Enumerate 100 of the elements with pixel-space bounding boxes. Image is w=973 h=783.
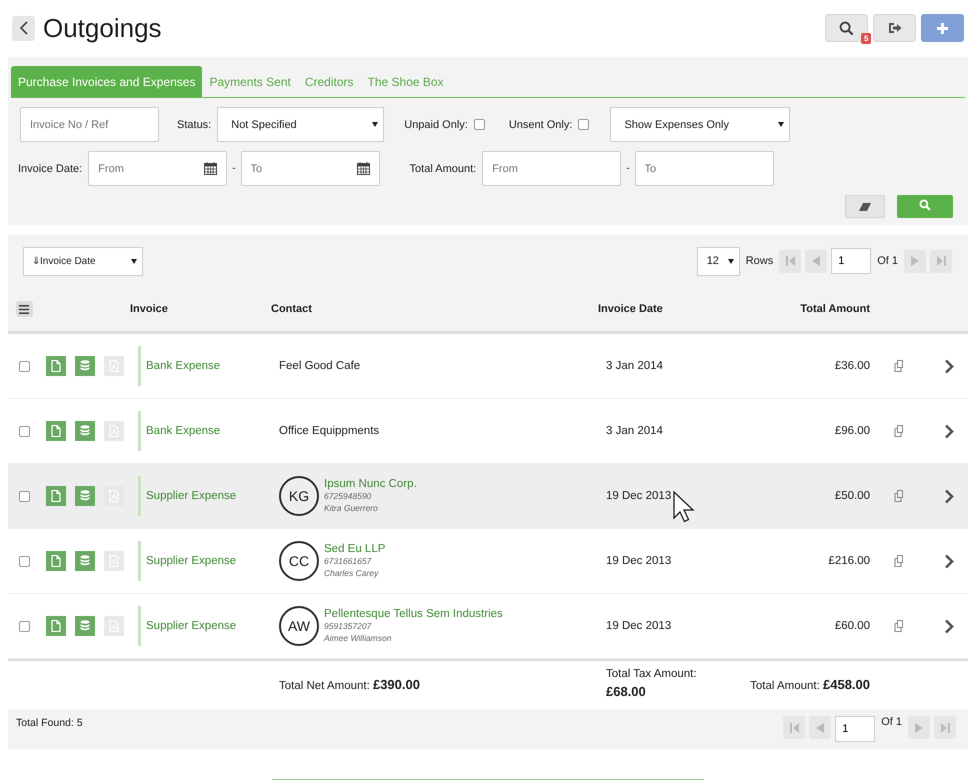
invoice-ref-field[interactable]: Invoice No / Ref (20, 107, 159, 142)
chevron-right-icon[interactable] (944, 424, 954, 438)
add-button[interactable] (921, 14, 964, 42)
calendar-icon[interactable] (356, 162, 370, 175)
sign-out-button[interactable] (873, 14, 916, 42)
column-header: Invoice (130, 303, 169, 315)
document-icon[interactable] (46, 356, 66, 376)
tab[interactable]: The Shoe Box (360, 66, 451, 97)
sign-out-icon (888, 22, 902, 34)
clear-button[interactable] (845, 195, 885, 218)
amount-to-field[interactable]: To (634, 151, 774, 186)
amount: £216.00 (827, 555, 870, 567)
row-checkbox[interactable] (18, 426, 30, 436)
first-page-button[interactable] (779, 250, 802, 272)
copy-icon[interactable] (894, 620, 906, 632)
contact-phone: 9591357207 (324, 620, 372, 632)
copy-icon[interactable] (894, 425, 906, 437)
row-checkbox[interactable] (18, 556, 30, 566)
previous-page-icon (816, 722, 824, 732)
contact-link[interactable]: Ipsum Nunc Corp. (324, 478, 417, 490)
invoice-date: 19 Dec 2013 (606, 620, 672, 632)
search-button[interactable] (825, 14, 868, 42)
first-page-button[interactable] (783, 716, 806, 739)
back-button[interactable] (12, 16, 35, 40)
amount: £96.00 (834, 425, 870, 437)
checkbox[interactable] (578, 119, 590, 130)
invoice-date: 19 Dec 2013 (606, 555, 672, 567)
tab[interactable]: Payments Sent (202, 66, 298, 97)
previous-page-button[interactable] (809, 716, 832, 739)
document-icon[interactable] (46, 421, 66, 441)
database-icon[interactable] (75, 551, 95, 571)
next-page-button[interactable] (904, 250, 926, 272)
row-checkbox[interactable] (18, 360, 30, 372)
avatar: KG (279, 476, 319, 516)
document-icon[interactable] (46, 616, 66, 636)
unsent-label: Unsent Only: (508, 118, 572, 130)
contact-person: Charles Carey (324, 567, 380, 579)
column-menu-button[interactable] (16, 301, 32, 317)
page-field[interactable]: 1 (835, 716, 876, 742)
amount-from-field[interactable]: From (482, 151, 622, 186)
rows-dropdown[interactable]: 12 (696, 246, 740, 276)
sort-dropdown[interactable]: ⇓Invoice Date (23, 246, 143, 276)
tab[interactable]: Creditors (298, 66, 361, 97)
column-header: Contact (271, 303, 313, 315)
checkbox[interactable] (474, 119, 485, 130)
invoice-date: 3 Jan 2014 (606, 425, 663, 437)
next-page-button[interactable] (908, 716, 930, 739)
invoice-type-link[interactable]: Supplier Expense (146, 555, 236, 567)
page-field[interactable]: 1 (831, 248, 872, 274)
dropdown-caret-icon (372, 122, 378, 127)
database-icon[interactable] (75, 421, 95, 441)
dropdown-caret-icon (778, 122, 784, 127)
previous-page-icon (812, 256, 820, 266)
column-header: Total Amount (799, 303, 870, 315)
contact-link[interactable]: Sed Eu LLP (324, 543, 386, 555)
invoice-date: 3 Jan 2014 (606, 360, 663, 372)
invoice-type-link[interactable]: Supplier Expense (146, 620, 236, 632)
database-icon[interactable] (75, 486, 95, 506)
total-net-amount: Total Net Amount: £390.00 (279, 676, 421, 692)
last-page-button[interactable] (930, 250, 952, 272)
chevron-right-icon[interactable] (944, 618, 954, 634)
previous-page-button[interactable] (805, 250, 828, 272)
calendar-icon[interactable] (204, 162, 218, 175)
table-row[interactable]: Supplier Expense KG Ipsum Nunc Corp. 6725948590 Kitra Guerrero 19 Dec 2013 £50.00 (8, 464, 968, 529)
document-icon[interactable] (46, 486, 66, 506)
row-checkbox[interactable] (18, 620, 30, 632)
rows-label: Rows (746, 255, 774, 267)
status-dropdown[interactable]: Not Specified (217, 107, 384, 142)
database-icon[interactable] (75, 616, 95, 636)
contact-person: Aimee Williamson (324, 632, 392, 644)
contact-phone: 6731661657 (324, 555, 372, 567)
document-icon[interactable] (46, 551, 66, 571)
row-checkbox[interactable] (18, 490, 30, 502)
chevron-right-icon[interactable] (944, 554, 954, 568)
chevron-right-icon[interactable] (944, 488, 954, 504)
invoice-date-label: Invoice Date: (18, 162, 82, 174)
first-page-icon (790, 722, 799, 732)
amount: £60.00 (834, 620, 870, 632)
last-page-icon (940, 722, 950, 732)
copy-icon[interactable] (894, 555, 906, 567)
invoice-type-link[interactable]: Bank Expense (146, 360, 220, 372)
last-page-button[interactable] (934, 716, 956, 739)
avatar: CC (279, 541, 319, 581)
tab[interactable]: Purchase Invoices and Expenses (11, 66, 202, 97)
date-to-field[interactable]: To (240, 151, 380, 186)
total-found: Total Found: 5 (16, 717, 83, 731)
chevron-right-icon[interactable] (944, 358, 954, 374)
invoice-type-link[interactable]: Supplier Expense (146, 490, 236, 502)
contact-link[interactable]: Pellentesque Tellus Sem Industries (324, 608, 503, 620)
copy-icon[interactable] (894, 360, 906, 372)
copy-icon[interactable] (894, 490, 906, 502)
total-amount: Total Amount: £458.00 (749, 676, 870, 692)
expenses-dropdown[interactable]: Show Expenses Only (610, 107, 790, 142)
contact-phone: 6725948590 (324, 490, 372, 502)
status-label: Status: (177, 118, 212, 130)
date-from-field[interactable]: From (88, 151, 228, 186)
next-page-icon (911, 256, 919, 266)
database-icon[interactable] (75, 356, 95, 376)
invoice-type-link[interactable]: Bank Expense (146, 425, 220, 437)
amount: £36.00 (834, 360, 870, 372)
